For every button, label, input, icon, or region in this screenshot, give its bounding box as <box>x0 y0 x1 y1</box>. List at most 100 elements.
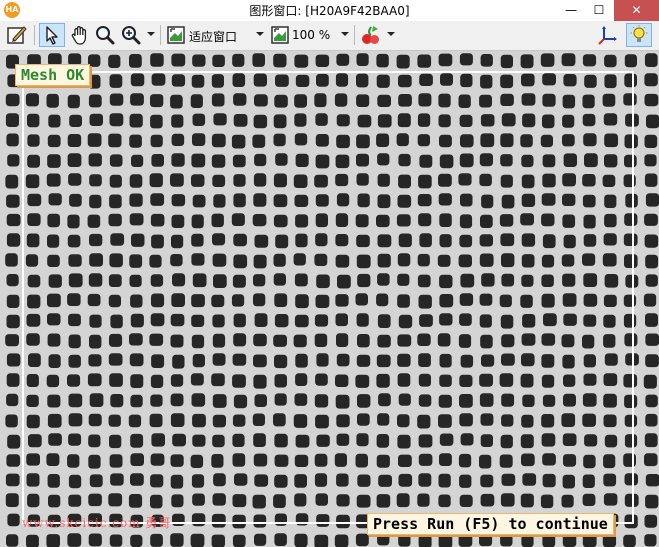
mesh-hole <box>645 254 659 269</box>
mesh-hole <box>294 533 308 547</box>
mesh-hole <box>645 494 659 509</box>
close-button[interactable]: ✕ <box>614 0 659 21</box>
mesh-hole <box>396 54 410 69</box>
mesh-hole <box>6 373 20 387</box>
mesh-hole <box>6 534 19 547</box>
mesh-hole <box>418 534 432 547</box>
mesh-hole <box>130 534 143 547</box>
fit-window-icon[interactable] <box>166 23 186 47</box>
mesh-hole <box>644 134 658 148</box>
toolbar-separator <box>354 25 355 45</box>
mesh-hole <box>273 53 287 68</box>
mesh-hole <box>129 54 142 68</box>
mesh-hole <box>7 513 20 527</box>
mesh-hole <box>6 213 21 227</box>
mesh-hole <box>150 533 163 547</box>
mesh-hole <box>644 53 658 67</box>
mesh-hole <box>6 294 20 308</box>
color-dropdown-arrow[interactable] <box>387 32 395 36</box>
mesh-hole <box>376 53 389 68</box>
mesh-hole <box>644 213 658 226</box>
mesh-hole <box>644 433 658 448</box>
mesh-hole <box>355 533 369 547</box>
mesh-hole <box>232 53 245 67</box>
mesh-hole <box>562 533 577 547</box>
zoom-level-combo[interactable]: 100 % <box>292 28 330 42</box>
mesh-hole <box>254 533 267 546</box>
mesh-hole <box>109 534 123 547</box>
mesh-hole <box>644 234 659 248</box>
zoom-icon[interactable] <box>94 23 116 47</box>
mesh-hole <box>6 314 20 329</box>
lightbulb-icon[interactable] <box>626 23 652 47</box>
mesh-hole <box>458 533 473 547</box>
mesh-hole <box>88 533 102 547</box>
mesh-hole <box>26 534 39 547</box>
mesh-hole <box>5 113 20 127</box>
mesh-hole <box>150 53 164 67</box>
mesh-hole <box>192 54 206 67</box>
mesh-hole <box>602 534 617 547</box>
continue-prompt: Press Run (F5) to continue <box>367 513 614 535</box>
mesh-hole <box>643 293 657 307</box>
mesh-hole <box>645 193 659 207</box>
fit-window-dropdown-arrow[interactable] <box>256 32 264 36</box>
axes-icon[interactable] <box>596 23 618 47</box>
hand-pan-icon[interactable] <box>68 23 92 47</box>
toolbar-separator <box>34 25 35 45</box>
mesh-hole <box>212 54 225 67</box>
title-bar: HA 图形窗口: [H20A9F42BAA0] — ☐ ✕ <box>0 0 659 21</box>
mesh-hole <box>438 534 453 547</box>
mesh-hole <box>6 353 21 367</box>
mesh-hole <box>480 54 493 67</box>
image-canvas[interactable]: Mesh OK www.skcicic.com 勇哥 Press Run (F5… <box>0 51 659 547</box>
mesh-hole <box>6 233 21 247</box>
mesh-hole <box>7 434 21 449</box>
pointer-icon[interactable] <box>39 23 65 47</box>
mesh-hole <box>644 514 658 528</box>
fit-window-combo[interactable]: 适应窗口 <box>189 28 237 45</box>
mesh-hole <box>5 493 19 507</box>
minimize-button[interactable]: — <box>556 0 586 21</box>
mesh-hole <box>170 533 184 547</box>
mesh-hole <box>623 534 636 547</box>
mesh-hole <box>6 133 19 147</box>
mesh-hole <box>644 93 659 107</box>
mesh-hole <box>6 454 21 467</box>
maximize-button[interactable]: ☐ <box>586 0 612 21</box>
mesh-hole <box>645 313 658 327</box>
mesh-hole <box>274 533 287 546</box>
mesh-hole <box>645 354 659 368</box>
mesh-hole <box>561 53 576 67</box>
zoom-dropdown-arrow[interactable] <box>147 32 155 36</box>
edit-icon[interactable] <box>5 23 29 47</box>
mesh-hole <box>5 334 19 347</box>
mesh-hole <box>643 374 657 389</box>
mesh-hole <box>645 394 658 408</box>
mesh-hole <box>67 533 82 547</box>
mesh-hole <box>5 473 20 487</box>
roi-rectangle <box>22 71 634 524</box>
mesh-hole <box>645 333 659 346</box>
mesh-hole <box>500 54 513 69</box>
zoom-level-dropdown-arrow[interactable] <box>341 32 349 36</box>
zoom-in-icon[interactable] <box>119 23 143 47</box>
zoom-level-icon[interactable] <box>270 23 290 47</box>
mesh-hole <box>398 534 411 547</box>
mesh-hole <box>5 253 18 267</box>
color-icon[interactable] <box>359 23 383 47</box>
mesh-hole <box>644 534 657 547</box>
mesh-hole <box>520 54 534 69</box>
mesh-hole <box>500 534 513 547</box>
mesh-hole <box>645 474 659 487</box>
mesh-hole <box>521 534 534 547</box>
status-message: Mesh OK <box>15 64 91 86</box>
mesh-hole <box>211 534 225 547</box>
graphics-window: HA 图形窗口: [H20A9F42BAA0] — ☐ ✕ 适应窗口 100 %… <box>0 0 659 547</box>
toolbar-separator <box>160 25 161 45</box>
mesh-hole <box>6 194 20 208</box>
mesh-hole <box>624 54 637 68</box>
mesh-hole <box>46 534 60 547</box>
mesh-hole <box>582 533 597 547</box>
mesh-hole <box>294 54 309 68</box>
